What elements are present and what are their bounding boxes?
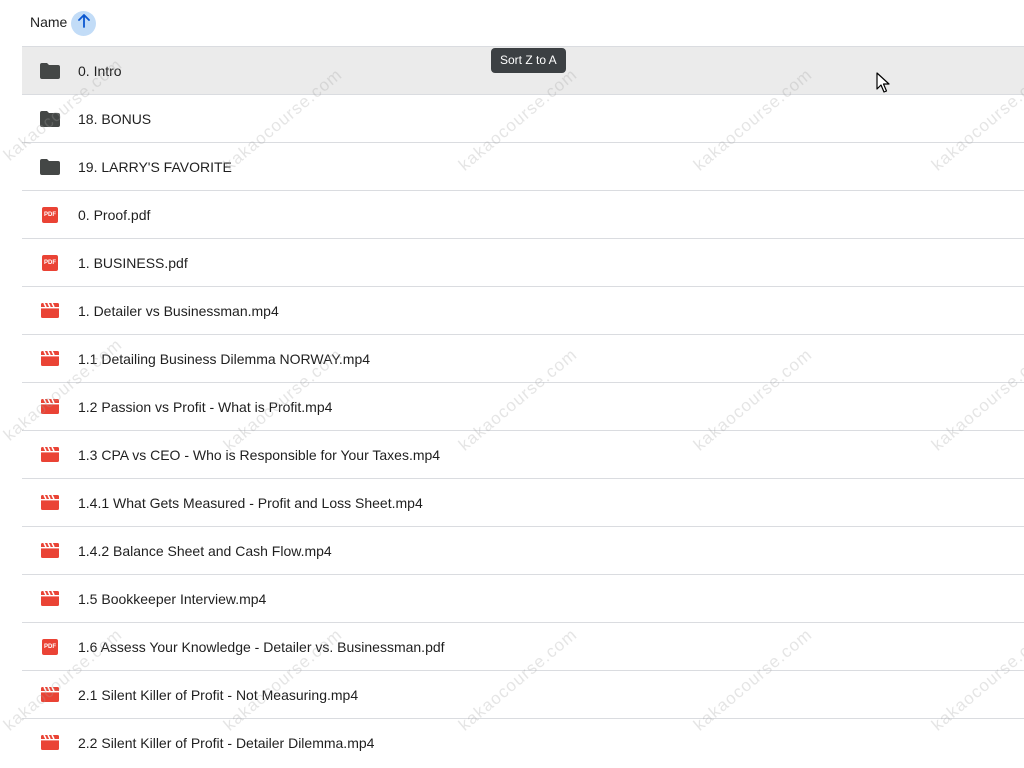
arrow-up-icon xyxy=(77,14,91,33)
file-name: 1.4.1 What Gets Measured - Profit and Lo… xyxy=(78,495,423,511)
list-header: Name xyxy=(0,0,1024,46)
file-row[interactable]: PDF 1.6 Assess Your Knowledge - Detailer … xyxy=(22,622,1024,670)
file-name: 2.1 Silent Killer of Profit - Not Measur… xyxy=(78,687,359,703)
video-icon xyxy=(40,590,60,607)
video-icon xyxy=(40,350,60,367)
video-icon xyxy=(40,494,60,511)
file-name: 1.3 CPA vs CEO - Who is Responsible for … xyxy=(78,447,441,463)
file-name: 19. LARRY'S FAVORITE xyxy=(78,159,232,175)
file-name: 1.1 Detailing Business Dilemma NORWAY.mp… xyxy=(78,351,371,367)
sort-button[interactable] xyxy=(71,11,96,36)
pdf-icon: PDF xyxy=(40,206,60,223)
file-row[interactable]: 1.4.1 What Gets Measured - Profit and Lo… xyxy=(22,478,1024,526)
video-icon xyxy=(40,302,60,319)
file-name: 1. Detailer vs Businessman.mp4 xyxy=(78,303,279,319)
file-name: 1.6 Assess Your Knowledge - Detailer vs.… xyxy=(78,639,445,655)
file-row[interactable]: 1.4.2 Balance Sheet and Cash Flow.mp4 xyxy=(22,526,1024,574)
mouse-cursor-icon xyxy=(876,72,890,99)
folder-icon xyxy=(40,110,60,127)
file-row[interactable]: 1. Detailer vs Businessman.mp4 xyxy=(22,286,1024,334)
file-row[interactable]: 18. BONUS xyxy=(22,94,1024,142)
video-icon xyxy=(40,542,60,559)
file-row[interactable]: 1.2 Passion vs Profit - What is Profit.m… xyxy=(22,382,1024,430)
file-name: 18. BONUS xyxy=(78,111,152,127)
video-icon xyxy=(40,734,60,751)
file-row[interactable]: PDF 0. Proof.pdf xyxy=(22,190,1024,238)
pdf-icon: PDF xyxy=(40,254,60,271)
file-name: 1.4.2 Balance Sheet and Cash Flow.mp4 xyxy=(78,543,332,559)
file-list: 0. Intro 18. BONUS 19. LARRY'S FAVORITE PDF… xyxy=(22,46,1024,766)
file-row[interactable]: 1.5 Bookkeeper Interview.mp4 xyxy=(22,574,1024,622)
video-icon xyxy=(40,446,60,463)
video-icon xyxy=(40,686,60,703)
file-name: 0. Intro xyxy=(78,63,122,79)
folder-icon xyxy=(40,158,60,175)
name-column-header[interactable]: Name xyxy=(30,14,67,30)
file-row[interactable]: 2.2 Silent Killer of Profit - Detailer D… xyxy=(22,718,1024,766)
file-row[interactable]: 1.3 CPA vs CEO - Who is Responsible for … xyxy=(22,430,1024,478)
file-row[interactable]: 2.1 Silent Killer of Profit - Not Measur… xyxy=(22,670,1024,718)
video-icon xyxy=(40,398,60,415)
folder-icon xyxy=(40,62,60,79)
file-row[interactable]: PDF 1. BUSINESS.pdf xyxy=(22,238,1024,286)
pdf-icon: PDF xyxy=(40,638,60,655)
file-name: 1.2 Passion vs Profit - What is Profit.m… xyxy=(78,399,333,415)
file-name: 0. Proof.pdf xyxy=(78,207,151,223)
file-name: 2.2 Silent Killer of Profit - Detailer D… xyxy=(78,735,375,751)
file-name: 1.5 Bookkeeper Interview.mp4 xyxy=(78,591,267,607)
file-row[interactable]: 19. LARRY'S FAVORITE xyxy=(22,142,1024,190)
file-row[interactable]: 1.1 Detailing Business Dilemma NORWAY.mp… xyxy=(22,334,1024,382)
sort-tooltip: Sort Z to A xyxy=(491,48,566,73)
file-name: 1. BUSINESS.pdf xyxy=(78,255,188,271)
